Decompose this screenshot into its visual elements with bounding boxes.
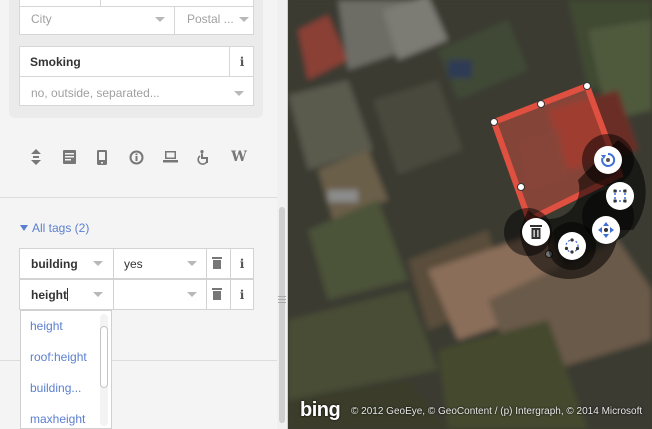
smoking-field: Smoking i no, outside, separated... [19,46,254,106]
tag-value-caret[interactable] [187,261,197,266]
move-button[interactable] [592,216,620,244]
circularize-icon [564,238,580,254]
smoking-dropdown-caret[interactable] [234,91,244,96]
wikipedia-icon[interactable]: W [228,146,250,168]
suggestion-scrollbar[interactable] [100,314,108,426]
elevation-icon[interactable] [26,146,46,168]
map-attribution[interactable]: © 2012 GeoEye, © GeoContent / (p) Interg… [351,406,642,417]
city-dropdown-caret[interactable] [155,17,165,22]
info-circle-icon[interactable] [126,146,146,168]
tag-key-input[interactable]: building [31,257,78,271]
wheelchair-icon[interactable] [194,146,214,168]
suggestion-item[interactable]: roof:height [30,350,87,364]
smoking-label: Smoking [30,55,81,69]
square-corners-icon [613,189,627,203]
vertex-handle[interactable] [517,183,525,191]
smoking-info-button[interactable]: i [232,55,252,69]
suggestion-item[interactable]: building... [30,381,81,395]
postal-dropdown-caret[interactable] [239,17,249,22]
delete-button[interactable] [522,218,550,246]
tag-info-button[interactable]: i [232,257,252,271]
circularize-button[interactable] [558,232,586,260]
text-cursor [67,288,68,301]
bing-logo: bing [300,399,341,421]
suggestion-item[interactable]: height [30,319,63,333]
section-divider [0,197,277,198]
orthogonalize-button[interactable] [606,182,634,210]
city-input[interactable]: City [31,12,52,26]
sidebar-scroll-thumb[interactable] [279,207,285,423]
inspector-sidebar: City Postal ... Smoking i no, outside, s… [0,0,288,429]
postal-code-input[interactable]: Postal ... [187,12,234,26]
smoking-input[interactable]: no, outside, separated... [31,86,160,100]
scroll-grip-icon [278,296,286,306]
rotate-button[interactable] [594,146,622,174]
delete-tag-icon[interactable] [212,257,222,269]
tag-info-button[interactable]: i [232,288,252,302]
tag-row: height i [19,279,254,310]
phone-icon[interactable] [92,146,112,168]
vertex-handle[interactable] [583,82,591,90]
disclosure-triangle-icon [20,225,28,231]
tag-key-caret[interactable] [93,292,103,297]
suggestion-scroll-thumb[interactable] [100,326,108,388]
vertex-handle[interactable] [537,100,545,108]
rotate-icon [601,152,616,167]
tag-row: building yes i [19,248,254,279]
wikipedia-glyph: W [231,149,247,165]
delete-tag-icon[interactable] [212,288,222,300]
computer-icon[interactable] [160,146,180,168]
note-icon[interactable] [59,146,79,168]
autocomplete-dropdown: height roof:height building... maxheight [20,310,112,429]
address-field: City Postal ... [19,0,254,35]
tag-value-input[interactable]: yes [124,257,143,271]
tag-key-caret[interactable] [93,261,103,266]
trash-icon [530,225,542,239]
all-tags-label: All tags (2) [32,221,90,235]
map-view[interactable]: bing © 2012 GeoEye, © GeoContent / (p) I… [288,0,652,429]
move-arrows-icon [598,222,614,238]
sidebar-scrollbar[interactable] [277,0,287,429]
vertex-handle[interactable] [490,118,498,126]
all-tags-toggle[interactable]: All tags (2) [20,221,89,235]
aerial-imagery [288,0,652,429]
tag-key-input[interactable]: height [31,288,68,302]
tag-value-caret[interactable] [187,292,197,297]
suggestion-item[interactable]: maxheight [30,412,85,426]
